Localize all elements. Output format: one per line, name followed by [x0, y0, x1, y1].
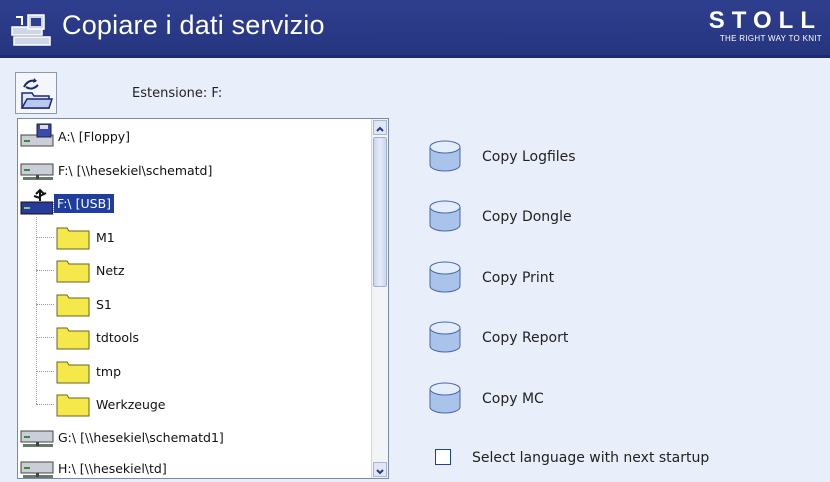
chevron-up-icon — [376, 126, 384, 132]
copy-mc-button[interactable]: Copy MC — [428, 379, 688, 419]
title-bar: Copiare i dati servizio STOLL THE RIGHT … — [0, 0, 830, 58]
cylinder-button-icon — [429, 382, 461, 414]
tree-item-drive-f-usb[interactable]: F:\ [USB] — [18, 188, 374, 218]
scroll-thumb[interactable] — [373, 137, 387, 287]
network-drive-icon — [20, 461, 54, 478]
stoll-logo: STOLL THE RIGHT WAY TO KNIT — [708, 7, 822, 44]
select-language-label: Select language with next startup — [472, 450, 710, 466]
tree-item-folder[interactable]: S1 — [18, 289, 374, 319]
tree-scrollbar[interactable] — [371, 119, 388, 478]
copy-print-button[interactable]: Copy Print — [428, 258, 688, 298]
folder-icon — [56, 260, 90, 283]
network-drive-icon — [20, 163, 54, 180]
folder-icon — [56, 361, 90, 384]
chevron-down-icon — [376, 469, 384, 475]
tree-item-drive-g[interactable]: G:\ [\\hesekiel\schematd1] — [18, 422, 374, 452]
copy-logfiles-button[interactable]: Copy Logfiles — [428, 137, 688, 177]
tree-item-drive-h[interactable]: H:\ [\\hesekiel\td] — [18, 453, 374, 478]
folder-icon — [56, 327, 90, 350]
tree-item-folder[interactable]: Werkzeuge — [18, 389, 374, 419]
tree-item-drive-f-network[interactable]: F:\ [\\hesekiel\schematd] — [18, 155, 374, 185]
extension-label: Estensione: F: — [132, 86, 223, 101]
service-data-icon — [11, 14, 51, 46]
extension-button[interactable] — [15, 72, 57, 114]
copy-report-button[interactable]: Copy Report — [428, 318, 688, 358]
scroll-up-button[interactable] — [373, 120, 387, 135]
usb-drive-icon — [20, 188, 54, 215]
tree-item-folder[interactable]: Netz — [18, 255, 374, 285]
folder-icon — [56, 394, 90, 417]
cylinder-button-icon — [429, 200, 461, 232]
folder-icon — [56, 227, 90, 250]
window-title: Copiare i dati servizio — [62, 10, 325, 40]
cylinder-button-icon — [429, 261, 461, 293]
floppy-drive-icon — [20, 123, 54, 147]
network-drive-icon — [20, 430, 54, 447]
open-folder-swap-icon — [20, 78, 54, 109]
tree-item-folder[interactable]: M1 — [18, 222, 374, 252]
tree-item-drive-a[interactable]: A:\ [Floppy] — [18, 121, 374, 151]
tree-item-folder[interactable]: tmp — [18, 356, 374, 386]
cylinder-button-icon — [429, 321, 461, 353]
scroll-down-button[interactable] — [373, 462, 387, 477]
cylinder-button-icon — [429, 140, 461, 172]
drive-tree[interactable]: A:\ [Floppy] F:\ [\\hesekiel\schematd] F… — [17, 118, 389, 479]
select-language-checkbox[interactable] — [435, 449, 451, 465]
folder-icon — [56, 294, 90, 317]
copy-dongle-button[interactable]: Copy Dongle — [428, 197, 688, 237]
tree-item-folder[interactable]: tdtools — [18, 322, 374, 352]
